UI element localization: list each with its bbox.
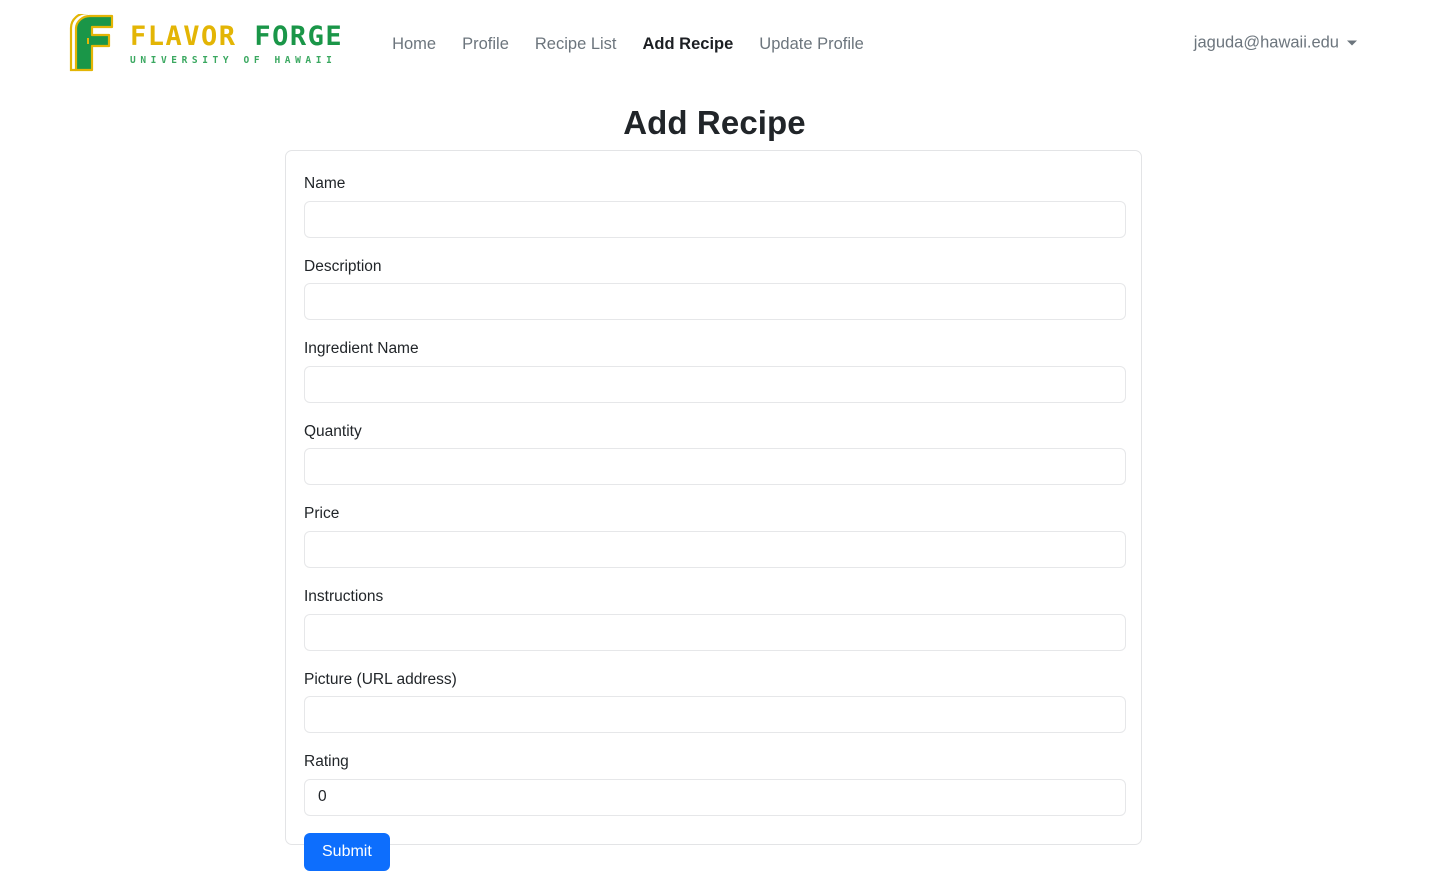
label-description: Description: [304, 257, 382, 275]
add-recipe-form: Name Description Ingredient Name Quantit…: [304, 175, 1126, 871]
label-instructions: Instructions: [304, 587, 384, 605]
input-picture-url[interactable]: [304, 696, 1126, 734]
form-group-picture-url: Picture (URL address): [304, 670, 1126, 734]
form-group-name: Name: [304, 175, 1126, 238]
input-instructions[interactable]: [304, 613, 1126, 651]
page-title: Add Recipe: [623, 104, 806, 141]
primary-nav: Home Profile Recipe List Add Recipe Upda…: [379, 27, 877, 62]
label-ingredient-name: Ingredient Name: [304, 340, 419, 358]
user-email-label: jaguda@hawaii.edu: [1193, 33, 1339, 52]
label-name: Name: [304, 175, 346, 192]
input-rating[interactable]: [304, 778, 1126, 816]
submit-button[interactable]: Submit: [304, 832, 390, 871]
form-group-ingredient-name: Ingredient Name: [304, 340, 1126, 403]
label-picture-url: Picture (URL address): [304, 670, 457, 688]
form-group-instructions: Instructions: [304, 587, 1126, 651]
nav-item-add-recipe[interactable]: Add Recipe: [630, 27, 747, 62]
nav-item-home[interactable]: Home: [379, 27, 449, 62]
nav-item-update-profile[interactable]: Update Profile: [746, 27, 877, 62]
form-group-price: Price: [304, 505, 1126, 568]
label-rating: Rating: [304, 753, 349, 771]
form-group-description: Description: [304, 257, 1126, 321]
form-group-quantity: Quantity: [304, 422, 1126, 486]
brand-subtitle: UNIVERSITY OF HAWAII: [130, 54, 337, 66]
input-quantity[interactable]: [304, 448, 1126, 486]
input-price[interactable]: [304, 530, 1126, 568]
input-ingredient-name[interactable]: [304, 365, 1126, 403]
top-navbar: FLAVOR FORGE UNIVERSITY OF HAWAII Home P…: [0, 0, 1429, 86]
brand-wordmark: FLAVOR FORGE UNIVERSITY OF HAWAII: [130, 21, 343, 66]
nav-item-profile[interactable]: Profile: [449, 27, 522, 62]
nav-item-recipe-list[interactable]: Recipe List: [522, 27, 630, 62]
flavor-forge-f-monogram-icon: [69, 14, 114, 72]
input-description[interactable]: [304, 283, 1126, 321]
brand-word-forge: FORGE: [254, 20, 344, 52]
chevron-down-icon: [1347, 40, 1357, 46]
brand-word-flavor: FLAVOR: [130, 20, 237, 52]
label-price: Price: [304, 505, 340, 523]
form-group-rating: Rating: [304, 753, 1126, 816]
label-quantity: Quantity: [304, 422, 362, 440]
user-account-dropdown[interactable]: jaguda@hawaii.edu: [1194, 34, 1357, 53]
input-name[interactable]: [304, 200, 1126, 238]
add-recipe-form-card: Name Description Ingredient Name Quantit…: [285, 150, 1142, 871]
brand-logo-link[interactable]: FLAVOR FORGE UNIVERSITY OF HAWAII: [68, 14, 343, 72]
